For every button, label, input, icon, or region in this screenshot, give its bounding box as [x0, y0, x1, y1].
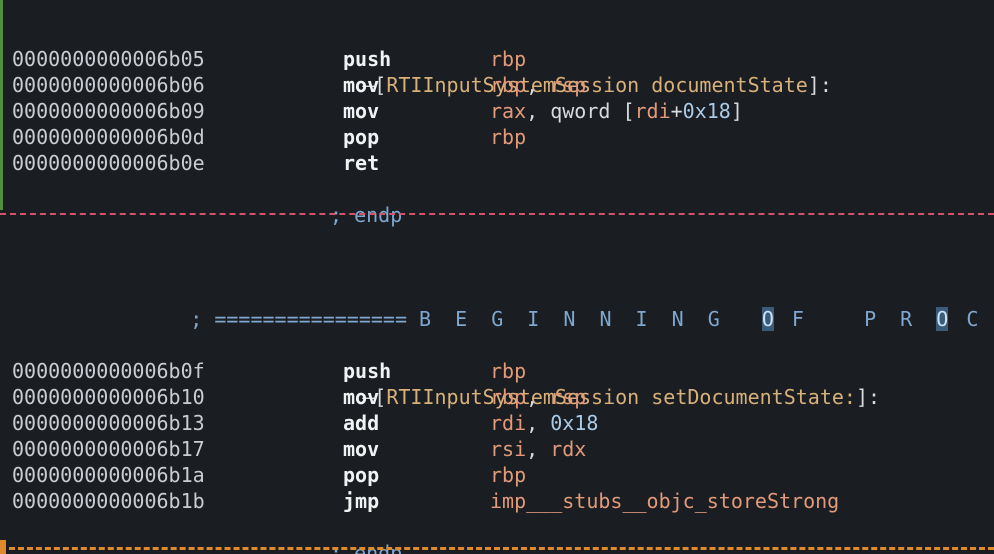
instruction-operands: rbp, rsp: [490, 72, 586, 98]
instruction-mnemonic: push: [343, 47, 392, 71]
operand-punc: ,: [526, 437, 551, 461]
procedure-name: RTIInputSystemSession documentState: [386, 73, 808, 97]
operand-punc: ,: [526, 73, 551, 97]
instruction-operands: rbp: [490, 358, 526, 384]
instruction-operands: imp___stubs__objc_storeStrong: [490, 488, 839, 514]
instruction-mnemonic: mov: [343, 385, 380, 409]
procedure-suffix: ]:: [807, 73, 832, 97]
instruction-mnemonic: mov: [343, 73, 380, 97]
operand-punc: ,: [526, 411, 551, 435]
banner-text-c: C E D U R E ================: [966, 307, 985, 331]
instruction-address[interactable]: 0000000000006b0f: [12, 358, 205, 384]
operand-punc: ,: [526, 385, 551, 409]
endp-comment: ; endp: [330, 203, 403, 227]
procedure-suffix: ]:: [855, 385, 881, 409]
operand-reg: rsp: [550, 73, 587, 97]
instruction-mnemonic: mov: [343, 437, 380, 461]
operand-reg: rax: [490, 99, 527, 123]
disassembly-view[interactable]: –[RTIInputSystemSession documentState]: …: [0, 0, 994, 554]
procedure-separator-selected: [0, 547, 994, 550]
operand-punc: , qword [: [526, 99, 635, 123]
instruction-mnemonic: push: [343, 359, 392, 383]
endp-line: ; endp: [0, 514, 402, 554]
instruction-mnemonic: mov: [343, 99, 380, 123]
instruction-address[interactable]: 0000000000006b1a: [12, 462, 205, 488]
operand-reg: rsi: [490, 437, 527, 461]
banner-text: ; ================ B E G I N N I N G O F…: [118, 280, 994, 358]
instruction-address[interactable]: 0000000000006b17: [12, 436, 205, 462]
operand-reg: rdx: [550, 437, 587, 461]
instruction-operands: rbp: [490, 46, 526, 72]
instruction-address[interactable]: 0000000000006b05: [12, 46, 205, 72]
operand-num: 0x18: [682, 99, 731, 123]
operand-num: 0x18: [550, 411, 599, 435]
instruction-mnemonic: pop: [343, 125, 380, 149]
operand-sym[interactable]: imp___stubs__objc_storeStrong: [490, 489, 839, 513]
instruction-mnemonic: pop: [343, 463, 380, 487]
operand-punc: ]: [730, 99, 743, 123]
instruction-operands: rdi, 0x18: [490, 410, 598, 436]
instruction-mnemonic: jmp: [343, 489, 380, 513]
instruction-address[interactable]: 0000000000006b0e: [12, 150, 205, 176]
operand-reg: rbp: [490, 125, 527, 149]
instruction-address[interactable]: 0000000000006b0d: [12, 124, 205, 150]
instruction-mnemonic: add: [343, 411, 380, 435]
instruction-operands: rbp: [490, 124, 526, 150]
instruction-mnemonic: ret: [343, 151, 380, 175]
procedure-name: RTIInputSystemSession setDocumentState:: [386, 385, 856, 409]
banner-text-b: F P R: [773, 307, 937, 331]
operand-reg: rbp: [490, 47, 527, 71]
banner-text-a: B E G I N N I N G: [419, 307, 762, 331]
instruction-address[interactable]: 0000000000006b10: [12, 384, 205, 410]
instruction-address[interactable]: 0000000000006b06: [12, 72, 205, 98]
instruction-address[interactable]: 0000000000006b09: [12, 98, 205, 124]
procedure-header[interactable]: –[RTIInputSystemSession setDocumentState…: [0, 332, 880, 409]
gutter-marker-orange: [0, 540, 6, 554]
instruction-operands: rbp, rsp: [490, 384, 586, 410]
beginning-of-procedure-banner: ; ================ B E G I N N I N G O F…: [0, 254, 978, 331]
instruction-operands: rsi, rdx: [490, 436, 586, 462]
instruction-operands: rax, qword [rdi+0x18]: [490, 98, 743, 124]
procedure-separator: [0, 213, 994, 215]
operand-reg: rdi: [490, 411, 527, 435]
operand-reg: rsp: [550, 385, 587, 409]
operand-reg: rbp: [490, 463, 527, 487]
operand-reg: rbp: [490, 73, 527, 97]
search-highlight: O: [936, 307, 949, 331]
operand-punc: +: [670, 99, 683, 123]
operand-reg: rdi: [634, 99, 671, 123]
operand-reg: rbp: [490, 359, 527, 383]
operand-reg: rbp: [490, 385, 527, 409]
instruction-address[interactable]: 0000000000006b13: [12, 410, 205, 436]
search-highlight: O: [761, 307, 774, 331]
instruction-address[interactable]: 0000000000006b1b: [12, 488, 205, 514]
instruction-operands: rbp: [490, 462, 526, 488]
endp-line: ; endp: [0, 176, 402, 227]
procedure-header[interactable]: –[RTIInputSystemSession documentState]:: [0, 20, 832, 97]
banner-prefix: ; ================: [190, 307, 420, 331]
